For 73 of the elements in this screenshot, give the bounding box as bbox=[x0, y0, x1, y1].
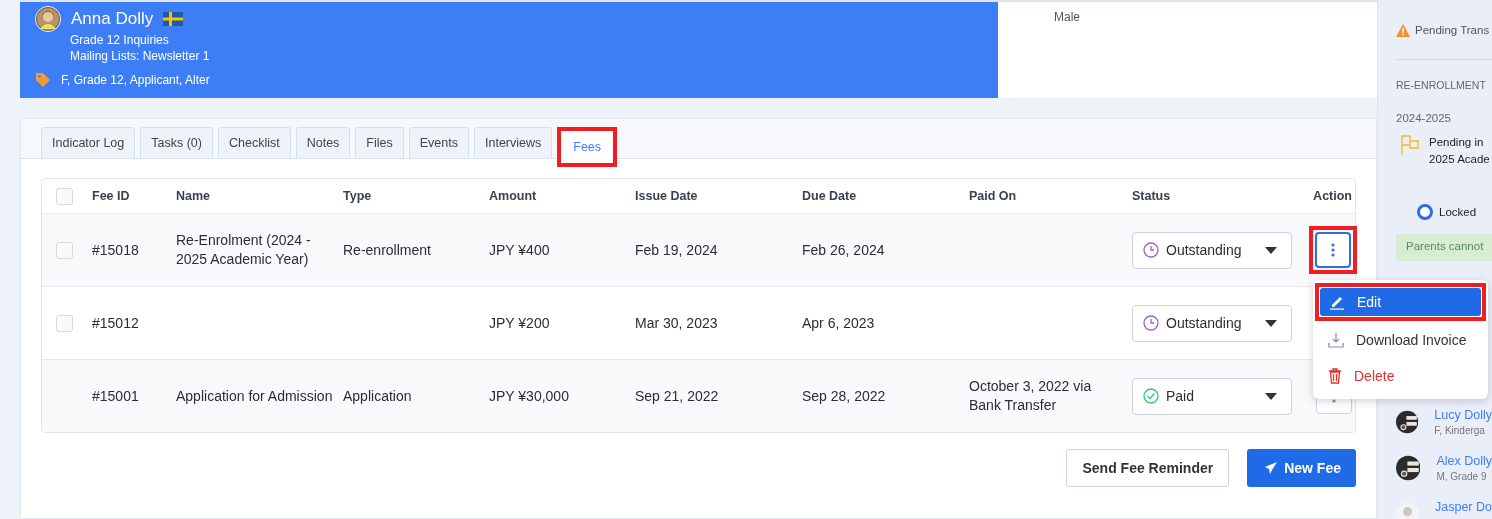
reminder-button[interactable]: Send Fee Reminder bbox=[1066, 449, 1230, 487]
table-cell: Mar 30, 2023 bbox=[635, 313, 718, 333]
column-header: Fee ID bbox=[92, 187, 130, 205]
radio-label: Locked bbox=[1439, 206, 1477, 218]
checkbox[interactable] bbox=[56, 314, 73, 332]
send-icon bbox=[1264, 461, 1279, 475]
table-cell: JPY ¥400 bbox=[489, 240, 550, 260]
table-cell: Feb 26, 2024 bbox=[802, 240, 885, 260]
column-header: Amount bbox=[489, 187, 537, 205]
caret-icon bbox=[1265, 392, 1277, 400]
column-header: Name bbox=[176, 187, 211, 205]
column-header: Issue Date bbox=[635, 187, 698, 205]
profile-detail: Grade 12 Inquiries bbox=[69, 32, 170, 48]
status-dropdown[interactable]: Paid bbox=[1132, 377, 1292, 415]
more-icon bbox=[1331, 242, 1335, 258]
tab[interactable]: Indicator Log bbox=[41, 127, 136, 158]
flag-outline-icon bbox=[1401, 134, 1419, 156]
table-cell: #15012 bbox=[92, 313, 139, 333]
pencil-icon bbox=[1329, 294, 1345, 310]
contact-detail: M, Grade 9 bbox=[1436, 470, 1488, 484]
table-cell: #15001 bbox=[92, 386, 139, 406]
table-cell: Feb 19, 2024 bbox=[635, 240, 718, 260]
notice-banner: Parents cannot bbox=[1396, 234, 1492, 261]
checkbox[interactable] bbox=[56, 187, 73, 205]
column-header: Due Date bbox=[802, 187, 857, 205]
menu-item[interactable]: Download Invoice bbox=[1313, 323, 1488, 357]
more-button[interactable] bbox=[1315, 232, 1351, 268]
tab[interactable]: Interviews bbox=[474, 127, 553, 158]
menu-item[interactable]: Edit bbox=[1320, 288, 1481, 316]
column-header: Action bbox=[1313, 187, 1352, 205]
tab[interactable]: Files bbox=[355, 127, 404, 158]
contact-detail: F, Kinderga bbox=[1434, 424, 1486, 438]
tab[interactable]: Fees bbox=[562, 131, 613, 162]
table-cell: Apr 6, 2023 bbox=[802, 313, 875, 333]
section-title: RE-ENROLLMENT bbox=[1396, 79, 1487, 91]
status-dropdown[interactable]: Outstanding bbox=[1132, 304, 1292, 342]
table-cell: Sep 21, 2022 bbox=[635, 386, 719, 406]
status-dropdown[interactable]: Outstanding bbox=[1132, 231, 1292, 269]
trash-icon bbox=[1328, 368, 1342, 384]
gender-value: Male bbox=[1054, 10, 1080, 24]
tag-icon bbox=[35, 72, 51, 88]
table-cell: Application bbox=[343, 386, 412, 406]
tag-list: F, Grade 12, Applicant, Alter bbox=[61, 73, 210, 87]
enrollment-status: 2025 Acade bbox=[1429, 152, 1490, 167]
alert-text: Pending Trans bbox=[1415, 24, 1490, 36]
column-header: Type bbox=[343, 187, 372, 205]
column-header: Status bbox=[1132, 187, 1171, 205]
flag-icon bbox=[163, 12, 184, 26]
checkbox[interactable] bbox=[56, 241, 73, 259]
student-name: Anna Dolly bbox=[71, 9, 154, 29]
table-cell-text: Re-Enrolment (2024 - 2025 Academic Year) bbox=[176, 231, 312, 269]
new-fee-button[interactable]: New Fee bbox=[1247, 449, 1356, 487]
download-icon bbox=[1328, 332, 1344, 348]
table-cell: Re-enrollment bbox=[343, 240, 431, 260]
enrollment-status: Pending in bbox=[1429, 135, 1485, 150]
table-cell: #15018 bbox=[92, 240, 139, 260]
table-cell: Application for Admission bbox=[176, 386, 333, 406]
caret-icon bbox=[1265, 246, 1277, 254]
menu-item[interactable]: Delete bbox=[1313, 359, 1488, 393]
tab[interactable]: Checklist bbox=[218, 127, 291, 158]
table-cell-text: October 3, 2022 via Bank Transfer bbox=[969, 377, 1093, 415]
profile-detail: Mailing Lists: Newsletter 1 bbox=[69, 48, 211, 64]
tab[interactable]: Tasks (0) bbox=[140, 127, 213, 158]
warning-icon bbox=[1396, 23, 1410, 37]
column-header: Paid On bbox=[969, 187, 1017, 205]
table-cell: JPY ¥200 bbox=[489, 313, 550, 333]
year-label: 2024-2025 bbox=[1396, 112, 1452, 124]
tab[interactable]: Events bbox=[408, 127, 469, 158]
caret-icon bbox=[1265, 319, 1277, 327]
table-cell: JPY ¥30,000 bbox=[489, 386, 569, 406]
table-cell: Sep 28, 2022 bbox=[802, 386, 886, 406]
tab[interactable]: Notes bbox=[295, 127, 351, 158]
radio-button[interactable] bbox=[1417, 204, 1433, 220]
